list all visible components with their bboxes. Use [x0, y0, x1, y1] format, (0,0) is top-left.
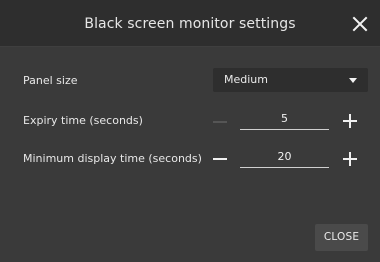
minus-icon — [213, 121, 227, 123]
min-display-time-decrement-button[interactable] — [213, 152, 227, 166]
expiry-time-field[interactable] — [240, 109, 329, 130]
expiry-time-input[interactable] — [240, 109, 329, 127]
expiry-time-decrement-button[interactable] — [213, 115, 227, 129]
expiry-time-label: Expiry time (seconds) — [23, 114, 143, 127]
caret-down-icon — [349, 78, 357, 83]
settings-dialog: Black screen monitor settings Panel size… — [0, 0, 380, 262]
min-display-time-label: Minimum display time (seconds) — [23, 152, 202, 165]
min-display-time-increment-button[interactable] — [343, 152, 357, 166]
expiry-time-increment-button[interactable] — [343, 114, 357, 128]
panel-size-value: Medium — [224, 73, 268, 86]
min-display-time-field[interactable] — [240, 147, 329, 168]
min-display-time-input[interactable] — [240, 147, 329, 165]
dialog-title: Black screen monitor settings — [84, 16, 296, 32]
minus-icon — [213, 158, 227, 160]
close-icon[interactable] — [348, 12, 372, 36]
dialog-titlebar: Black screen monitor settings — [0, 0, 380, 47]
panel-size-select[interactable]: Medium — [213, 68, 368, 92]
close-button[interactable]: CLOSE — [315, 224, 368, 251]
panel-size-label: Panel size — [23, 74, 78, 87]
